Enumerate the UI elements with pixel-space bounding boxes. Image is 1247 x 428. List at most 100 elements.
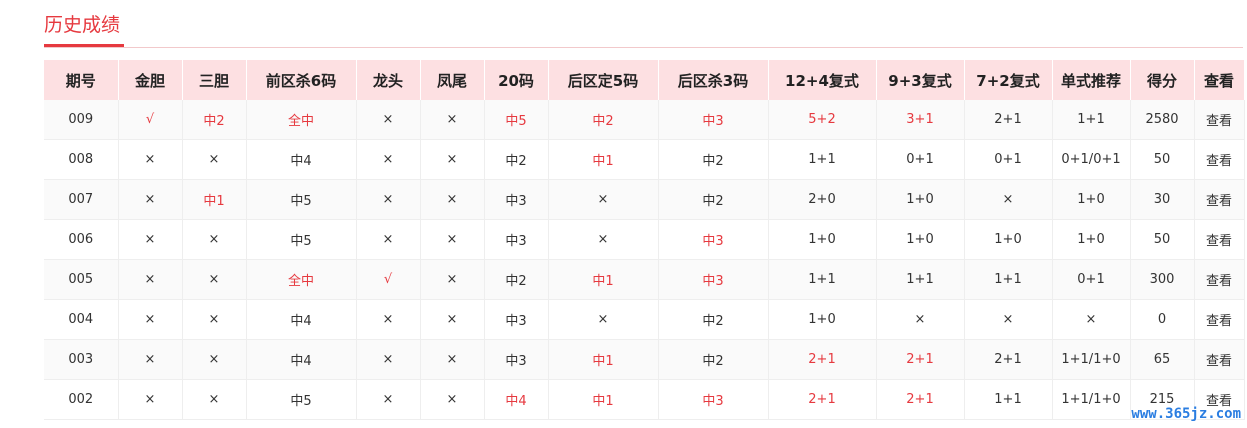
cell-12-4-compound: 5+2 (768, 100, 877, 140)
cell-phoenix-tail: × (420, 139, 485, 180)
cell-phoenix-tail: × (420, 299, 485, 340)
section-title: 历史成绩 (44, 14, 121, 36)
header-three-picks: 三胆 (182, 60, 247, 100)
header-20-codes: 20码 (484, 60, 549, 100)
cell-7-2-compound: 0+1 (964, 139, 1053, 180)
view-link[interactable]: 查看 (1194, 299, 1245, 340)
cell-9-3-compound: 2+1 (876, 379, 965, 420)
table-row: 004 × × 中4 × × 中3 × 中2 1+0 × × × 0 查看 (44, 299, 1245, 340)
cell-period: 007 (44, 179, 119, 220)
cell-7-2-compound: 1+1 (964, 379, 1053, 420)
cell-back-kill-3: 中2 (658, 299, 769, 340)
cell-three-picks: × (182, 379, 247, 420)
cell-gold-pick: √ (118, 100, 183, 140)
view-link[interactable]: 查看 (1194, 259, 1245, 300)
cell-gold-pick: × (118, 179, 183, 220)
cell-single-recommend: × (1052, 299, 1131, 340)
header-dragon-head: 龙头 (356, 60, 421, 100)
cell-7-2-compound: × (964, 179, 1053, 220)
cell-back-fix-5: × (548, 179, 659, 220)
header-7-2-compound: 7+2复式 (964, 60, 1053, 100)
cell-period: 003 (44, 339, 119, 380)
cell-9-3-compound: 2+1 (876, 339, 965, 380)
table-row: 008 × × 中4 × × 中2 中1 中2 1+1 0+1 0+1 0+1/0+1 50 查看 (44, 139, 1245, 180)
view-link[interactable]: 查看 (1194, 139, 1245, 180)
cell-score: 0 (1130, 299, 1195, 340)
cell-period: 002 (44, 379, 119, 420)
view-link[interactable]: 查看 (1194, 339, 1245, 380)
cell-single-recommend: 1+1/1+0 (1052, 379, 1131, 420)
cell-front-kill-6: 中5 (246, 219, 357, 260)
cell-gold-pick: × (118, 139, 183, 180)
cell-dragon-head: × (356, 139, 421, 180)
cell-12-4-compound: 2+0 (768, 179, 877, 220)
cell-phoenix-tail: × (420, 219, 485, 260)
cell-20-codes: 中3 (484, 339, 549, 380)
cell-dragon-head: × (356, 179, 421, 220)
cell-dragon-head: × (356, 219, 421, 260)
cell-score: 65 (1130, 339, 1195, 380)
cell-12-4-compound: 2+1 (768, 339, 877, 380)
header-single-recommend: 单式推荐 (1052, 60, 1131, 100)
cell-20-codes: 中3 (484, 179, 549, 220)
cell-phoenix-tail: × (420, 100, 485, 140)
header-12-4-compound: 12+4复式 (768, 60, 877, 100)
cell-front-kill-6: 中4 (246, 139, 357, 180)
cell-dragon-head: × (356, 299, 421, 340)
cell-12-4-compound: 1+0 (768, 299, 877, 340)
cell-back-kill-3: 中3 (658, 259, 769, 300)
cell-front-kill-6: 全中 (246, 100, 357, 140)
view-link[interactable]: 查看 (1194, 179, 1245, 220)
view-link[interactable]: 查看 (1194, 100, 1245, 140)
cell-9-3-compound: 1+0 (876, 179, 965, 220)
table-row: 007 × 中1 中5 × × 中3 × 中2 2+0 1+0 × 1+0 30 查看 (44, 179, 1245, 220)
cell-back-fix-5: × (548, 299, 659, 340)
table-row: 006 × × 中5 × × 中3 × 中3 1+0 1+0 1+0 1+0 50 查看 (44, 219, 1245, 260)
table-body: 009 √ 中2 全中 × × 中5 中2 中3 5+2 3+1 2+1 1+1 2580 查看 008 × × 中… (44, 100, 1245, 420)
cell-period: 006 (44, 219, 119, 260)
table-header-row: 期号 金胆 三胆 前区杀6码 龙头 凤尾 20码 后区定5码 后区杀3码 12+… (44, 60, 1245, 100)
cell-single-recommend: 1+0 (1052, 219, 1131, 260)
cell-9-3-compound: × (876, 299, 965, 340)
cell-dragon-head: × (356, 339, 421, 380)
cell-12-4-compound: 1+1 (768, 139, 877, 180)
cell-score: 30 (1130, 179, 1195, 220)
cell-7-2-compound: 2+1 (964, 100, 1053, 140)
cell-three-picks: × (182, 139, 247, 180)
cell-9-3-compound: 1+1 (876, 259, 965, 300)
cell-7-2-compound: 1+1 (964, 259, 1053, 300)
cell-dragon-head: √ (356, 259, 421, 300)
view-link[interactable]: 查看 (1194, 219, 1245, 260)
cell-single-recommend: 0+1/0+1 (1052, 139, 1131, 180)
cell-back-fix-5: × (548, 219, 659, 260)
cell-20-codes: 中4 (484, 379, 549, 420)
cell-phoenix-tail: × (420, 379, 485, 420)
cell-back-kill-3: 中2 (658, 179, 769, 220)
header-view: 查看 (1194, 60, 1245, 100)
watermark: www.365jz.com (1131, 406, 1241, 422)
cell-three-picks: 中2 (182, 100, 247, 140)
cell-20-codes: 中3 (484, 219, 549, 260)
cell-back-fix-5: 中1 (548, 259, 659, 300)
cell-20-codes: 中5 (484, 100, 549, 140)
cell-12-4-compound: 2+1 (768, 379, 877, 420)
cell-back-fix-5: 中2 (548, 100, 659, 140)
header-period: 期号 (44, 60, 119, 100)
cell-three-picks: × (182, 259, 247, 300)
table-row: 009 √ 中2 全中 × × 中5 中2 中3 5+2 3+1 2+1 1+1 2580 查看 (44, 100, 1245, 140)
cell-back-kill-3: 中2 (658, 139, 769, 180)
cell-front-kill-6: 中5 (246, 179, 357, 220)
table-row: 003 × × 中4 × × 中3 中1 中2 2+1 2+1 2+1 1+1/1+0 65 查看 (44, 339, 1245, 380)
cell-back-kill-3: 中3 (658, 219, 769, 260)
cell-gold-pick: × (118, 339, 183, 380)
cell-score: 50 (1130, 139, 1195, 180)
cell-dragon-head: × (356, 100, 421, 140)
cell-9-3-compound: 1+0 (876, 219, 965, 260)
cell-9-3-compound: 0+1 (876, 139, 965, 180)
cell-back-kill-3: 中2 (658, 339, 769, 380)
cell-gold-pick: × (118, 379, 183, 420)
cell-phoenix-tail: × (420, 339, 485, 380)
cell-7-2-compound: 2+1 (964, 339, 1053, 380)
cell-gold-pick: × (118, 299, 183, 340)
cell-back-fix-5: 中1 (548, 139, 659, 180)
